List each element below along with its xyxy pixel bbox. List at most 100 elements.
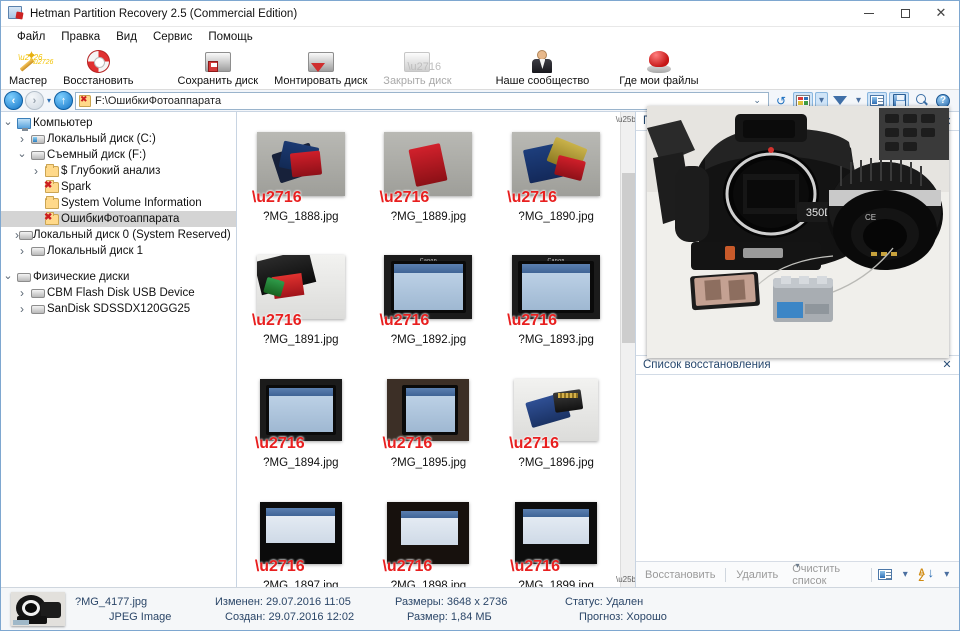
file-name: ?MG_1890.jpg (518, 211, 594, 223)
thumbnail-wrap: \u2716 (379, 126, 473, 206)
twisty-icon[interactable] (15, 149, 29, 162)
recovery-list-body[interactable] (636, 374, 959, 561)
deleted-mark-icon: \u2716 (382, 558, 433, 575)
file-item[interactable]: \u2716 ?MG_1896.jpg (496, 372, 616, 495)
tree-item-spark[interactable]: Spark (1, 179, 236, 195)
file-name: ?MG_1897.jpg (263, 580, 339, 587)
chevron-down-icon[interactable]: ⌄ (749, 95, 765, 106)
file-name: ?MG_1893.jpg (518, 334, 594, 346)
tree-item-system-volume-information[interactable]: System Volume Information (1, 195, 236, 211)
file-thumbnail: Canon (512, 255, 601, 319)
computer-icon (15, 117, 33, 131)
thumbnail-wrap: \u2716 (510, 495, 598, 575)
toolbar-close-disk-label: Закрыть диск (383, 75, 452, 87)
tree-item-oshibki-fotoapparata[interactable]: ОшибкиФотоаппарата (1, 211, 236, 227)
tree-item-sandisk[interactable]: SanDisk SDSSDX120GG25 (1, 301, 236, 317)
delete-button: Удалить (736, 568, 779, 581)
deleted-mark-icon: \u2716 (507, 189, 557, 206)
status-state-column: Статус: Удален Прогноз: Хорошо (565, 596, 715, 623)
twisty-icon[interactable] (1, 271, 15, 284)
tree-item-computer[interactable]: Компьютер (1, 115, 236, 131)
file-thumbnail: Canon (384, 255, 473, 319)
tree-item-label: CBM Flash Disk USB Device (47, 287, 195, 299)
maximize-button[interactable] (887, 1, 923, 27)
toolbar-save-disk-button[interactable]: Сохранить диск (170, 48, 267, 87)
separator (725, 567, 727, 582)
file-thumbnail (512, 132, 601, 196)
tree-item-deep-analysis[interactable]: $ Глубокий анализ (1, 163, 236, 179)
thumbnail-wrap: \u2716 (255, 495, 342, 575)
minimize-button[interactable] (851, 1, 887, 27)
sort-az-icon[interactable]: A Z ↓ (919, 566, 935, 584)
toolbar-community-button[interactable]: Наше сообщество (488, 48, 598, 87)
preview-photo: 350D CE (646, 106, 949, 359)
file-item[interactable]: Canon \u2716 ?MG_1893.jpg (496, 249, 616, 372)
mount-disk-icon (307, 49, 334, 74)
file-item[interactable]: \u2716 ?MG_1897.jpg (241, 495, 361, 587)
status-size: Размер: 1,84 МБ (407, 610, 492, 623)
close-button[interactable]: ✕ (923, 1, 959, 27)
file-list-scrollbar[interactable]: \u25b2 \u25bc (616, 112, 635, 587)
tree-item-physical-disks[interactable]: Физические диски (1, 269, 236, 285)
status-dates-column: Изменен: 29.07.2016 11:05 Создан: 29.07.… (215, 596, 385, 623)
twisty-icon[interactable] (29, 164, 43, 178)
deleted-mark-icon: \u2716 (382, 435, 433, 452)
file-item[interactable]: \u2716 ?MG_1894.jpg (241, 372, 361, 495)
tree-item-local-disk-0[interactable]: Локальный диск 0 (System Reserved) (1, 227, 236, 243)
toolbar-where-files-button[interactable]: Где мои файлы (611, 48, 706, 87)
deleted-mark-icon: \u2716 (507, 312, 557, 329)
scroll-down-icon[interactable]: \u25bc (616, 572, 635, 587)
close-recovery-list-icon[interactable]: ✕ (939, 357, 955, 373)
file-item[interactable]: \u2716 ?MG_1891.jpg (241, 249, 361, 372)
menu-item-file[interactable]: Файл (9, 29, 53, 45)
file-item[interactable]: \u2716 ?MG_1888.jpg (241, 126, 361, 249)
toolbar-wizard-button[interactable]: \u2726\u2726 Мастер (1, 48, 55, 88)
toolbar-wizard-label: Мастер (9, 75, 48, 87)
up-button[interactable]: ↑ (54, 91, 74, 110)
forward-button[interactable]: › (25, 91, 44, 110)
twisty-icon[interactable] (15, 244, 29, 258)
lifebuoy-icon (86, 49, 110, 74)
file-name: ?MG_1896.jpg (518, 457, 594, 469)
view-caret-icon[interactable]: ▾ (898, 566, 912, 584)
status-dimensions: Размеры: 3648 x 2736 (395, 595, 508, 608)
thumbnail-wrap: \u2716 (382, 372, 470, 452)
scroll-up-icon[interactable]: \u25b2 (616, 112, 635, 127)
details-pane-icon[interactable] (877, 566, 892, 584)
file-item[interactable]: \u2716 ?MG_1895.jpg (368, 372, 488, 495)
scrollbar-thumb[interactable] (621, 173, 635, 343)
toolbar-mount-disk-button[interactable]: Монтировать диск (266, 48, 375, 87)
recovery-list-toolbar: ▾ Восстановить Удалить Очистить список ▾… (636, 561, 959, 587)
status-modified: Изменен: 29.07.2016 11:05 (215, 595, 351, 608)
tree-item-cbm-flash-disk[interactable]: CBM Flash Disk USB Device (1, 285, 236, 301)
twisty-icon[interactable] (1, 117, 15, 130)
menu-item-help[interactable]: Помощь (200, 29, 260, 45)
twisty-icon[interactable] (15, 286, 29, 300)
close-icon: ✕ (935, 6, 947, 21)
twisty-icon[interactable] (15, 132, 29, 146)
tree-item-local-disk-1[interactable]: Локальный диск 1 (1, 243, 236, 259)
tree-item-removable-disk-f[interactable]: Съемный диск (F:) (1, 147, 236, 163)
file-item[interactable]: \u2716 ?MG_1889.jpg (368, 126, 488, 249)
history-caret-icon[interactable]: ▾ (46, 96, 52, 105)
file-item[interactable]: \u2716 ?MG_1890.jpg (496, 126, 616, 249)
file-item[interactable]: \u2716 ?MG_1899.jpg (496, 495, 616, 587)
toolbar-recover-button[interactable]: Восстановить (55, 48, 141, 87)
deleted-mark-icon: \u2716 (251, 189, 302, 206)
back-button[interactable]: ‹ (4, 91, 23, 110)
collapse-icon[interactable]: ▾ (795, 561, 799, 570)
tree-item-local-disk-c[interactable]: Локальный диск (C:) (1, 131, 236, 147)
menu-item-edit[interactable]: Правка (53, 29, 108, 45)
title-bar: Hetman Partition Recovery 2.5 (Commercia… (1, 1, 959, 27)
close-disk-icon: \u2716 (404, 49, 441, 74)
file-item[interactable]: Canon \u2716 ?MG_1892.jpg (368, 249, 488, 372)
preview-image-area[interactable]: 350D CE (636, 106, 959, 359)
menu-item-service[interactable]: Сервис (145, 29, 200, 45)
folder-tree[interactable]: Компьютер Локальный диск (C:) Съемный ди… (1, 112, 237, 587)
scrollbar-track[interactable] (620, 127, 635, 572)
twisty-icon[interactable] (15, 302, 29, 316)
menu-item-view[interactable]: Вид (108, 29, 145, 45)
file-item[interactable]: \u2716 ?MG_1898.jpg (368, 495, 488, 587)
file-list-pane[interactable]: \u2716 ?MG_1888.jpg \u2716 ?MG_1889.jpg (237, 112, 635, 587)
sort-caret-icon[interactable]: ▾ (940, 566, 954, 584)
